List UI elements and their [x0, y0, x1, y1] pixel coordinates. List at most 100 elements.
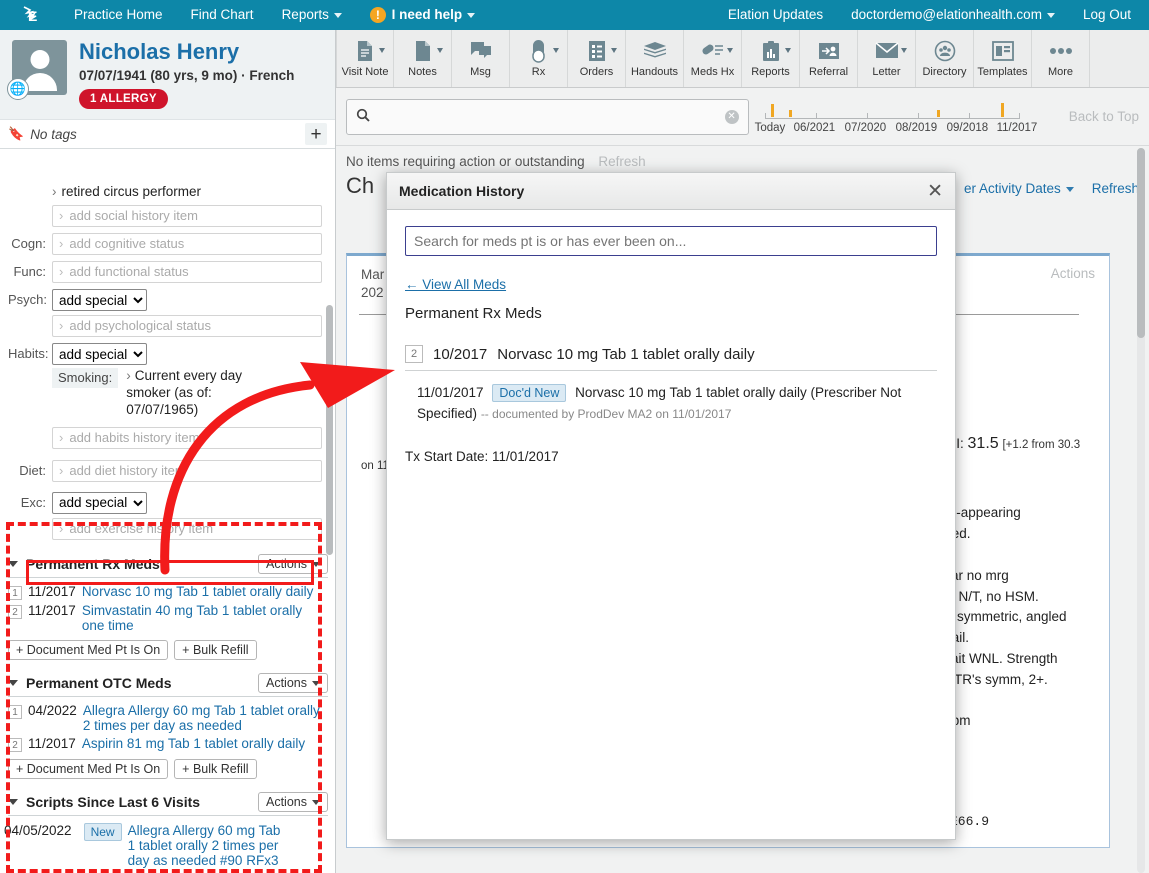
- nav-reports[interactable]: Reports: [268, 0, 356, 30]
- row-medication-name[interactable]: Allegra Allergy 60 mg Tab 1 tablet orall…: [83, 703, 328, 733]
- close-icon[interactable]: ✕: [927, 182, 943, 201]
- section-header-permanent-rx-meds[interactable]: Permanent Rx Meds Actions: [8, 553, 328, 578]
- exercise-special-select[interactable]: add special: [52, 491, 147, 514]
- clear-icon[interactable]: ✕: [724, 109, 739, 124]
- toolbar-handouts[interactable]: Handouts: [626, 30, 684, 87]
- nav-log-out[interactable]: Log Out: [1069, 0, 1149, 30]
- toolbar-msg[interactable]: Msg: [452, 30, 510, 87]
- chevron-down-icon: [312, 799, 320, 805]
- row-medication-name[interactable]: Allegra Allergy 60 mg Tab 1 tablet orall…: [128, 823, 288, 868]
- patient-name[interactable]: Nicholas Henry: [79, 39, 294, 64]
- table-row[interactable]: 2 11/2017 Aspirin 81 mg Tab 1 tablet ora…: [8, 736, 328, 752]
- row-medication-name[interactable]: Norvasc 10 mg Tab 1 tablet orally daily: [82, 584, 314, 599]
- add-psychological-status-placeholder: add psychological status: [69, 318, 211, 333]
- add-tag-button[interactable]: +: [305, 123, 327, 145]
- add-psychological-status-input[interactable]: › add psychological status: [52, 315, 322, 337]
- document-med-pt-is-on-button[interactable]: + Document Med Pt Is On: [8, 639, 169, 660]
- toolbar-more[interactable]: More: [1032, 30, 1090, 87]
- docd-new-badge: Doc'd New: [492, 384, 567, 402]
- main-scrollbar[interactable]: [1137, 148, 1145, 873]
- table-row[interactable]: 1 11/2017 Norvasc 10 mg Tab 1 tablet ora…: [8, 584, 328, 600]
- habits-special-select[interactable]: add special: [52, 343, 147, 365]
- chevron-right-icon: ›: [59, 429, 64, 445]
- nav-i-need-help[interactable]: ! I need help: [356, 0, 489, 30]
- note-line: 6 bpm: [933, 713, 971, 729]
- smoking-value[interactable]: › Current every day smoker (as of: 07/07/…: [126, 368, 256, 419]
- nav-elation-updates[interactable]: Elation Updates: [714, 0, 837, 30]
- social-history-item[interactable]: › retired circus performer: [0, 184, 335, 199]
- toolbar-templates[interactable]: Templates: [974, 30, 1032, 87]
- toolbar-visit-note[interactable]: Visit Note: [336, 30, 394, 87]
- row-medication-name[interactable]: Simvastatin 40 mg Tab 1 tablet orally on…: [82, 603, 328, 633]
- chart-search-box[interactable]: ✕: [346, 98, 749, 135]
- scrollbar-thumb[interactable]: [1137, 148, 1145, 338]
- bulk-refill-button[interactable]: + Bulk Refill: [174, 639, 257, 660]
- view-all-meds-link[interactable]: ← View All Meds: [405, 277, 506, 292]
- sidebar-scrollbar[interactable]: [326, 180, 333, 873]
- collapse-triangle-icon[interactable]: [8, 679, 18, 686]
- add-functional-status-input[interactable]: › add functional status: [52, 261, 322, 283]
- nav-find-chart[interactable]: Find Chart: [177, 0, 268, 30]
- allergy-badge[interactable]: 1 ALLERGY: [79, 89, 168, 110]
- chevron-down-icon: [437, 48, 443, 53]
- note-card-actions[interactable]: Actions: [1051, 266, 1095, 281]
- section-actions-button[interactable]: Actions: [258, 791, 328, 812]
- timeline-activity-bar[interactable]: [936, 109, 940, 117]
- chart-search-input[interactable]: [376, 108, 725, 125]
- entry-date: 10/2017: [433, 345, 488, 363]
- table-row[interactable]: 2 11/2017 Simvastatin 40 mg Tab 1 tablet…: [8, 603, 328, 633]
- filter-activity-dates-dropdown[interactable]: er Activity Dates: [964, 181, 1074, 196]
- outstanding-items-status: No items requiring action or outstanding…: [336, 146, 1149, 169]
- activity-timeline[interactable]: Today 06/2021 07/2020 08/2019 09/2018 11…: [755, 96, 1063, 138]
- timeline-activity-bar[interactable]: [788, 109, 792, 117]
- timeline-activity-bar[interactable]: [770, 103, 774, 117]
- toolbar-notes[interactable]: Notes: [394, 30, 452, 87]
- toolbar-directory-label: Directory: [922, 66, 967, 78]
- medication-search-input[interactable]: [405, 226, 937, 256]
- medication-entry-row[interactable]: 2 10/2017 Norvasc 10 mg Tab 1 tablet ora…: [405, 345, 937, 371]
- nav-practice-home[interactable]: Practice Home: [60, 0, 177, 30]
- psych-special-select[interactable]: add special: [52, 289, 147, 311]
- refresh-link[interactable]: Refresh: [598, 154, 645, 169]
- toolbar-meds-hx[interactable]: Meds Hx: [684, 30, 742, 87]
- section-actions-button[interactable]: Actions: [258, 553, 328, 574]
- toolbar-orders[interactable]: Orders: [568, 30, 626, 87]
- chevron-right-icon: ›: [59, 236, 64, 251]
- back-to-top-link[interactable]: Back to Top: [1069, 109, 1139, 124]
- add-diet-history-input[interactable]: › add diet history item: [52, 459, 322, 482]
- add-social-history-input[interactable]: › add social history item: [52, 205, 322, 227]
- status-badge: New: [83, 822, 122, 841]
- toolbar-reports[interactable]: Reports: [742, 30, 800, 87]
- note-line: well-appearing: [933, 504, 1021, 520]
- add-cognitive-status-input[interactable]: › add cognitive status: [52, 233, 322, 255]
- section-header-scripts-since-last-6-visits[interactable]: Scripts Since Last 6 Visits Actions: [8, 791, 328, 816]
- collapse-triangle-icon[interactable]: [8, 798, 18, 805]
- document-med-pt-is-on-button[interactable]: + Document Med Pt Is On: [8, 758, 169, 779]
- chart-refresh-link[interactable]: Refresh: [1092, 181, 1139, 196]
- nav-user-account[interactable]: doctordemo@elationhealth.com: [837, 0, 1069, 30]
- section-header-permanent-otc-meds[interactable]: Permanent OTC Meds Actions: [8, 672, 328, 697]
- bulk-refill-button[interactable]: + Bulk Refill: [174, 758, 257, 779]
- avatar[interactable]: 🌐: [7, 40, 67, 100]
- toolbar-rx[interactable]: Rx: [510, 30, 568, 87]
- chevron-down-icon: [1046, 12, 1055, 18]
- search-icon: [356, 108, 370, 125]
- table-row[interactable]: 1 04/2022 Allegra Allergy 60 mg Tab 1 ta…: [8, 703, 328, 733]
- table-row[interactable]: 04/05/2022 New Allegra Allergy 60 mg Tab…: [4, 822, 328, 868]
- add-habits-history-input[interactable]: › add habits history item: [52, 426, 322, 449]
- toolbar-letter[interactable]: Letter: [858, 30, 916, 87]
- collapse-triangle-icon[interactable]: [8, 560, 18, 567]
- smoking-value-text: Current every day smoker (as of: 07/07/1…: [126, 368, 242, 417]
- add-exercise-history-input[interactable]: › add exercise history item: [52, 517, 322, 540]
- patient-sidebar: 🌐 Nicholas Henry 07/07/1941 (80 yrs, 9 m…: [0, 30, 336, 873]
- patient-demographics: 07/07/1941 (80 yrs, 9 mo) · French: [79, 68, 295, 84]
- entry-medication-name: Norvasc 10 mg Tab 1 tablet orally daily: [497, 345, 755, 363]
- cognitive-status-row: Cogn: › add cognitive status: [0, 233, 335, 255]
- toolbar-referral[interactable]: Referral: [800, 30, 858, 87]
- row-medication-name[interactable]: Aspirin 81 mg Tab 1 tablet orally daily: [82, 736, 305, 751]
- elation-logo-icon[interactable]: E: [0, 4, 60, 26]
- scrollbar-thumb[interactable]: [326, 305, 333, 555]
- timeline-activity-bar[interactable]: [1000, 102, 1004, 117]
- toolbar-directory[interactable]: Directory: [916, 30, 974, 87]
- section-actions-button[interactable]: Actions: [258, 672, 328, 693]
